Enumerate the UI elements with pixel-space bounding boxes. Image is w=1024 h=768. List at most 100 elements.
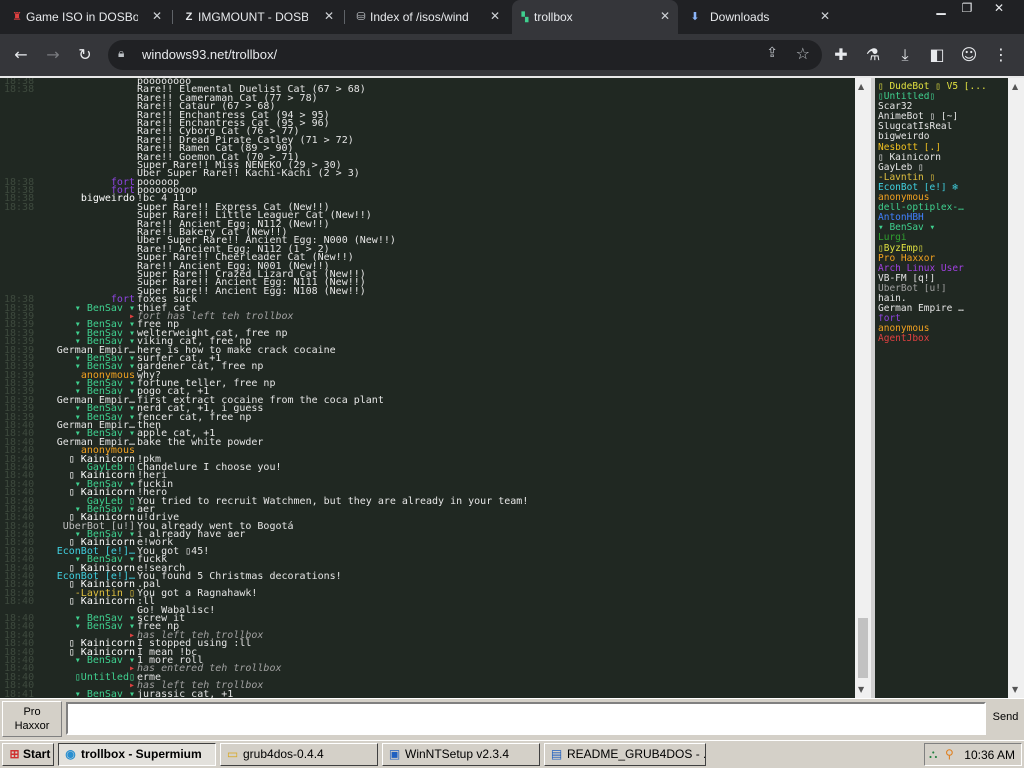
user-list-scrollbar[interactable]: ▲ ▼ [1008,78,1024,698]
close-tab-icon[interactable]: ✕ [490,9,500,23]
message-nick[interactable]: ▯Untitled▯ [75,672,135,683]
chat-message: Rare!! Cyborg Cat (76 > 77) [0,127,855,138]
message-nick[interactable]: ▾ BenSav ▾ [75,622,135,633]
user-list-item[interactable]: -Lavntin ▯ [875,173,1008,183]
user-list-item[interactable]: Scar32 [875,102,1008,112]
user-list-item[interactable]: VB-FM [q!] [875,274,1008,284]
user-list-item[interactable]: Nesbott [.] [875,143,1008,153]
taskbar-window-winntsetup[interactable]: ▣ WinNTSetup v2.3.4 [382,743,540,766]
chrome-icon: ◉ [65,747,76,761]
taskbar-window-readme[interactable]: ▤ README_GRUB4DOS - ... [544,743,706,766]
user-list-item[interactable]: EconBot [e!] ❄ [875,183,1008,193]
user-list-item[interactable]: dell-optiplex-… [875,203,1008,213]
back-button[interactable]: ← [8,42,34,68]
send-button[interactable]: Send [989,701,1022,737]
user-list-item[interactable]: Pro Haxxor [875,254,1008,264]
tab-game-iso[interactable]: ♜ Game ISO in DOSBox ✕ [4,0,170,34]
close-window-button[interactable]: ✕ [984,0,1014,18]
close-tab-icon[interactable]: ✕ [660,9,670,23]
user-list-item[interactable]: UberBot [u!] [875,284,1008,294]
user-list-item[interactable]: bigweirdo [875,132,1008,142]
start-button[interactable]: ⊞ Start [2,743,54,766]
scroll-down-icon[interactable]: ▼ [1012,685,1018,694]
user-list-item[interactable]: ▯ByzEmp▯ [875,244,1008,254]
address-bar[interactable]: 🔒︎ windows93.net/trollbox/ ⇪ ☆ [108,40,822,70]
maximize-window-button[interactable]: ❐ [952,0,982,18]
setup-icon: ▣ [388,747,401,761]
user-list-item[interactable]: anonymous [875,324,1008,334]
chat-message: Rare!! Ancient Egg: N112 (New!!) [0,219,855,230]
network-icon[interactable]: ⛬ [929,747,937,762]
chat-log[interactable]: 18:38 poooooooo 18:38 Rare!! Elemental Duel… [0,78,855,698]
download-icon: ⬇ [690,11,700,23]
message-input[interactable] [66,702,986,735]
taskbar-window-grub4dos[interactable]: ▭ grub4dos-0.4.4 [220,743,378,766]
tab-downloads[interactable]: ⬇ Downloads ✕ [682,0,838,34]
taskbar-window-label: trollbox - Supermium [81,747,202,761]
user-list-item[interactable]: Lurgi [875,233,1008,243]
chat-scrollbar[interactable]: ▲ ▼ [855,78,871,698]
user-list-item[interactable]: ▯ Kainicorn [875,153,1008,163]
message-nick[interactable]: ▾ BenSav ▾ [75,655,135,666]
url-text[interactable]: windows93.net/trollbox/ [142,47,277,62]
scrollbar-thumb[interactable] [858,618,868,678]
menu-kebab-icon[interactable]: ⋮ [988,42,1014,68]
tab-title: trollbox [534,10,573,24]
tab-trollbox[interactable]: ▚ trollbox ✕ [512,0,678,34]
clock[interactable]: 10:36 AM [964,748,1015,762]
message-nick[interactable]: ▾ BenSav ▾ [75,689,135,698]
user-list-item[interactable]: fort [875,314,1008,324]
profile-avatar-icon[interactable]: ☺ [956,42,982,68]
chat-message: Rare!! Ancient Egg: N001 (New!!) [0,261,855,272]
user-list: ▯ DudeBot ▯ V5 [... ▯Untitled▯ Scar32 Anime… [875,78,1008,698]
taskbar-window-trollbox[interactable]: ◉ trollbox - Supermium [58,743,216,766]
user-list-item[interactable]: anonymous [875,193,1008,203]
tab-imgmount[interactable]: Z IMGMOUNT - DOSBox ✕ [176,0,342,34]
message-nick[interactable]: ▯ Kainicorn [69,596,135,607]
extensions-icon[interactable]: ✚ [828,42,854,68]
reload-button[interactable]: ↻ [72,42,98,68]
nickname-line-2: Haxxor [14,720,50,732]
user-list-item[interactable]: Arch Linux User [875,264,1008,274]
chat-message: 18:38 Super Rare!! Express Cat (New!!) [0,202,855,213]
user-list-item[interactable]: ▾ BenSav ▾ [875,223,1008,233]
lock-icon[interactable]: 🔒︎ [118,46,124,61]
chat-message: Rare!! Dread Pirate Catley (71 > 72) [0,135,855,146]
user-list-item[interactable]: German Empire … [875,304,1008,314]
tab-title: IMGMOUNT - DOSBox [198,10,308,24]
nickname-button[interactable]: Pro Haxxor [2,701,62,737]
chat-message: Rare!! Cataur (67 > 68) [0,101,855,112]
user-list-item[interactable]: GayLeb ▯ [875,163,1008,173]
chat-message: 18:40 ▯ Kainicorn:ll [0,596,855,607]
scroll-down-icon[interactable]: ▼ [858,685,864,694]
windows-logo-icon: ⊞ [9,747,20,761]
tab-index-isos[interactable]: ⛁ Index of /isos/wind ✕ [348,0,508,34]
user-list-item[interactable]: hain. [875,294,1008,304]
message-nick[interactable]: bigweirdo [81,194,135,205]
user-list-item[interactable]: ▯Untitled▯ [875,92,1008,102]
tab-title: Game ISO in DOSBox [26,10,138,24]
side-panel-icon[interactable]: ◧ [924,42,950,68]
chat-message: Super Rare!! Crazed Lizard Cat (New!!) [0,269,855,280]
user-list-item[interactable]: AgentJbox [875,334,1008,344]
share-icon[interactable]: ⇪ [766,45,778,61]
folder-icon: ▭ [226,747,239,761]
bookmark-star-icon[interactable]: ☆ [796,44,810,63]
message-nick[interactable]: ▾ BenSav ▾ [75,303,135,314]
close-tab-icon[interactable]: ✕ [152,9,162,23]
labs-flask-icon[interactable]: ⚗ [860,42,886,68]
user-list-item[interactable]: SlugcatIsReal [875,122,1008,132]
close-tab-icon[interactable]: ✕ [820,9,830,23]
scroll-up-icon[interactable]: ▲ [858,82,864,91]
chat-message: Rare!! Goemon Cat (70 > 71) [0,152,855,163]
browser-tab-strip: ♜ Game ISO in DOSBox ✕ Z IMGMOUNT - DOSB… [0,0,1024,34]
user-list-item[interactable]: AntonHBH [875,213,1008,223]
user-list-item[interactable]: AnimeBot ▯ [~] [875,112,1008,122]
nickname-line-1: Pro [23,706,41,718]
forward-button[interactable]: → [40,42,66,68]
search-icon[interactable]: ⚲ [945,747,954,762]
user-list-item[interactable]: ▯ DudeBot ▯ V5 [... [875,82,1008,92]
close-tab-icon[interactable]: ✕ [324,9,334,23]
scroll-up-icon[interactable]: ▲ [1012,82,1018,91]
downloads-icon[interactable]: ⤓ [892,42,918,68]
